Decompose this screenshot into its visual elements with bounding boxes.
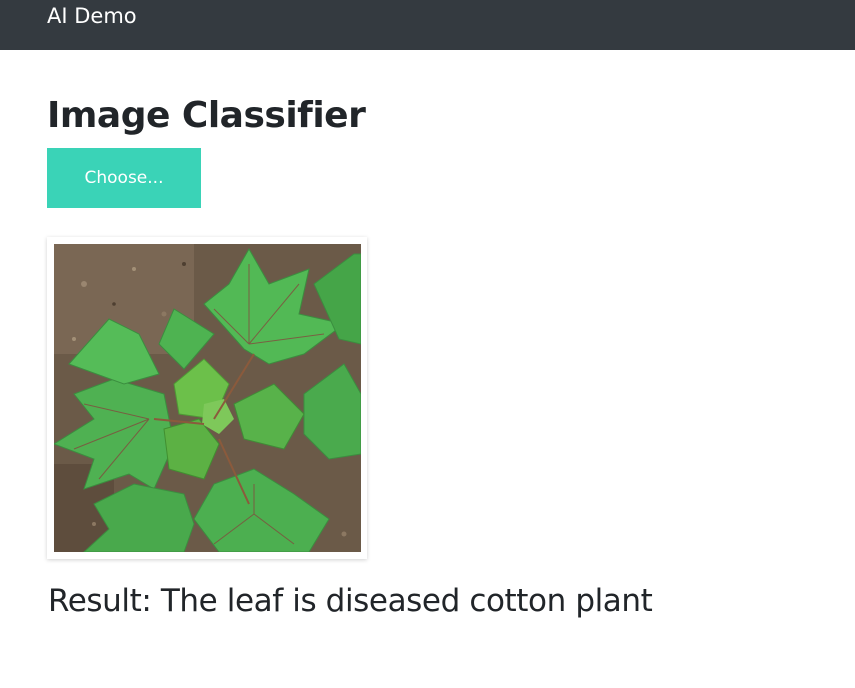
image-preview-frame (47, 237, 367, 559)
plant-image (54, 244, 361, 552)
choose-file-button[interactable]: Choose... (47, 148, 201, 208)
classification-result: Result: The leaf is diseased cotton plan… (48, 583, 653, 619)
navbar-brand[interactable]: AI Demo (47, 3, 137, 29)
navbar: AI Demo (0, 0, 855, 50)
page-title: Image Classifier (47, 95, 366, 136)
